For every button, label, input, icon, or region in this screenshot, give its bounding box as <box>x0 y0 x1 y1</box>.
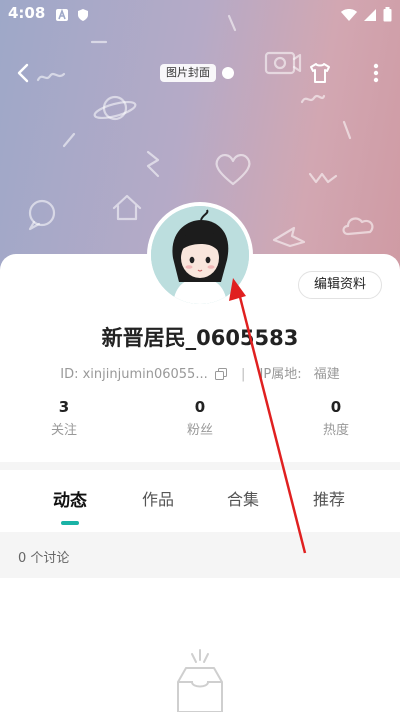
stat-value: 0 <box>330 398 342 416</box>
stat-label: 粉丝 <box>186 423 213 438</box>
tshirt-icon[interactable] <box>308 61 332 85</box>
tab-collections[interactable]: 合集 <box>227 486 259 510</box>
username: 新晋居民_0605583 <box>101 326 299 350</box>
squiggle-doodle-icon <box>146 150 160 178</box>
status-time: 4:08 <box>8 4 46 22</box>
ip-location-value: 福建 <box>313 367 340 382</box>
battery-icon <box>383 7 392 22</box>
stat-following[interactable]: 3 关注 <box>24 398 104 438</box>
dash-doodle-icon <box>90 40 108 44</box>
cover-image-label[interactable]: 图片封面 <box>160 64 216 82</box>
home-doodle-icon <box>112 194 142 221</box>
arrow-doodle-icon <box>272 226 306 248</box>
ip-location-label: IP属地: <box>259 367 302 382</box>
stat-label: 热度 <box>322 423 349 438</box>
id-row: ID: xinjinjumin06055... | IP属地: 福建 <box>0 363 400 382</box>
avatar-illustration <box>151 206 249 304</box>
tab-posts[interactable]: 动态 <box>53 486 87 511</box>
discussion-count-bar: 0 个讨论 <box>0 532 400 578</box>
avatar-image <box>151 206 249 304</box>
stat-label: 关注 <box>50 423 77 438</box>
more-vertical-icon[interactable] <box>366 61 386 85</box>
cloud-doodle-icon <box>342 217 374 236</box>
wifi-icon <box>341 8 357 21</box>
squiggle-doodle-icon <box>300 94 326 104</box>
tab-works[interactable]: 作品 <box>142 486 174 510</box>
heart-doodle-icon <box>215 154 251 186</box>
top-nav: 图片封面 <box>0 55 400 91</box>
stat-heat[interactable]: 0 热度 <box>296 398 376 438</box>
avatar[interactable] <box>147 202 253 308</box>
signal-icon <box>364 8 376 21</box>
active-tab-indicator <box>61 521 79 525</box>
discussion-count: 0 个讨论 <box>18 551 70 566</box>
dash-doodle-icon <box>342 120 352 140</box>
planet-doodle-icon <box>93 95 137 121</box>
edit-profile-button[interactable]: 编辑资料 <box>298 271 382 299</box>
id-separator: | <box>241 367 246 382</box>
dash-doodle-icon <box>62 132 76 148</box>
cover-indicator-dot <box>222 67 234 79</box>
stat-value: 3 <box>58 398 70 416</box>
stat-followers[interactable]: 0 粉丝 <box>160 398 240 438</box>
content-tabs: 动态 作品 合集 推荐 <box>0 470 400 532</box>
stat-value: 0 <box>194 398 206 416</box>
shield-app-icon <box>78 9 88 21</box>
squiggle-doodle-icon <box>308 172 338 184</box>
section-divider <box>0 462 400 470</box>
empty-inbox-icon <box>177 649 223 712</box>
copy-icon[interactable] <box>214 368 227 380</box>
tab-recommended[interactable]: 推荐 <box>313 486 345 510</box>
stats-row: 3 关注 0 粉丝 0 热度 <box>0 398 400 442</box>
a-app-icon <box>56 8 68 21</box>
user-id: ID: xinjinjumin06055... <box>60 367 208 382</box>
back-arrow-icon[interactable] <box>12 61 36 85</box>
chat-bubble-doodle-icon <box>28 199 56 231</box>
status-bar: 4:08 <box>0 0 400 30</box>
